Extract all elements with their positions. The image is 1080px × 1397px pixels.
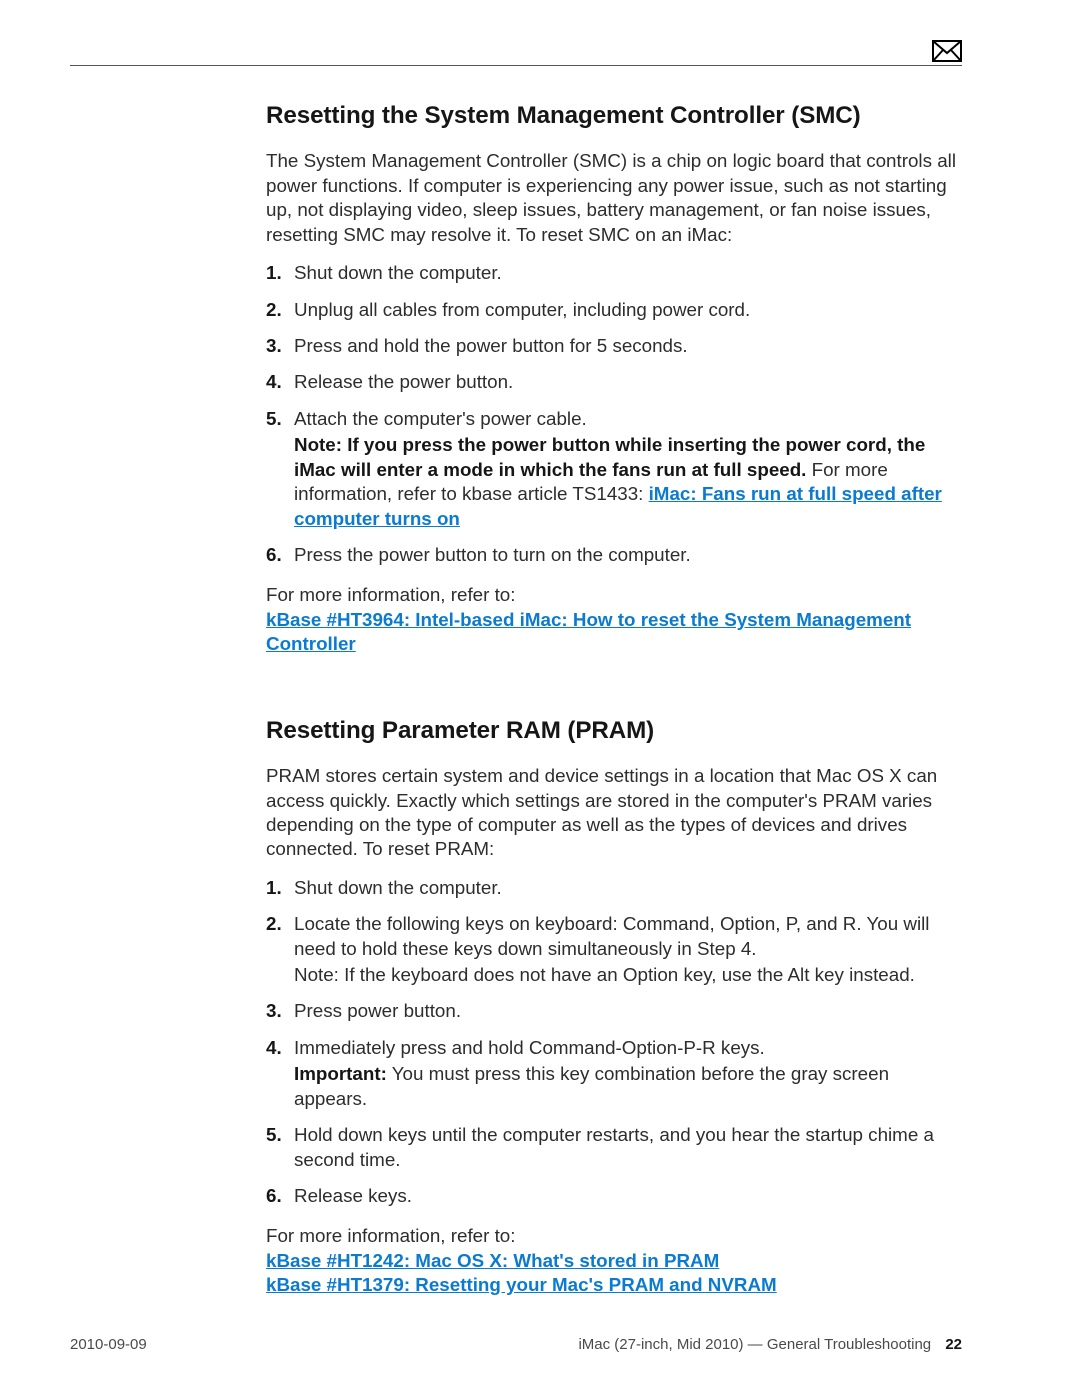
smc-more-info: For more information, refer to: kBase #H… — [266, 583, 962, 656]
section-title-pram: Resetting Parameter RAM (PRAM) — [266, 715, 962, 746]
step-text: Immediately press and hold Command-Optio… — [294, 1037, 765, 1058]
more-info-label: For more information, refer to: — [266, 584, 515, 605]
pram-steps: Shut down the computer. Locate the follo… — [266, 876, 962, 1209]
kbase-link-ht1379[interactable]: kBase #HT1379: Resetting your Mac's PRAM… — [266, 1273, 962, 1297]
smc-step: Release the power button. — [266, 370, 962, 394]
step-text: Press and hold the power button for 5 se… — [294, 335, 688, 356]
pram-step: Shut down the computer. — [266, 876, 962, 900]
document-page: Resetting the System Management Controll… — [0, 0, 1080, 1397]
step-text: Release the power button. — [294, 371, 513, 392]
pram-more-info-links: kBase #HT1242: Mac OS X: What's stored i… — [266, 1249, 962, 1298]
header-rule — [70, 65, 962, 66]
smc-steps: Shut down the computer. Unplug all cable… — [266, 261, 962, 567]
section-title-smc: Resetting the System Management Controll… — [266, 100, 962, 131]
step-text: Press power button. — [294, 1000, 461, 1021]
smc-step: Attach the computer's power cable. Note:… — [266, 407, 962, 531]
section-smc: Resetting the System Management Controll… — [266, 100, 962, 657]
step-text: Release keys. — [294, 1185, 412, 1206]
step-text: Shut down the computer. — [294, 262, 502, 283]
smc-step: Press the power button to turn on the co… — [266, 543, 962, 567]
kbase-link-ht1242[interactable]: kBase #HT1242: Mac OS X: What's stored i… — [266, 1249, 962, 1273]
footer-doc-title: iMac (27-inch, Mid 2010) — General Troub… — [578, 1336, 931, 1353]
pram-more-info: For more information, refer to: kBase #H… — [266, 1224, 962, 1297]
mail-icon[interactable] — [932, 40, 962, 67]
kbase-link-ht3964[interactable]: kBase #HT3964: Intel-based iMac: How to … — [266, 609, 911, 654]
pram-step: Hold down keys until the computer restar… — [266, 1123, 962, 1172]
page-footer: 2010-09-09 iMac (27-inch, Mid 2010) — Ge… — [70, 1336, 962, 1353]
pram-step: Locate the following keys on keyboard: C… — [266, 912, 962, 987]
pram-step2-note: Note: If the keyboard does not have an O… — [294, 963, 962, 987]
step-text: Press the power button to turn on the co… — [294, 544, 691, 565]
smc-step5-note: Note: If you press the power button whil… — [294, 433, 962, 531]
pram-step: Immediately press and hold Command-Optio… — [266, 1036, 962, 1111]
footer-page-number: 22 — [945, 1336, 962, 1353]
footer-right: iMac (27-inch, Mid 2010) — General Troub… — [578, 1336, 962, 1353]
smc-intro: The System Management Controller (SMC) i… — [266, 149, 962, 247]
pram-step: Press power button. — [266, 999, 962, 1023]
step-text: Attach the computer's power cable. — [294, 408, 587, 429]
step-text: Locate the following keys on keyboard: C… — [294, 913, 929, 958]
smc-step: Press and hold the power button for 5 se… — [266, 334, 962, 358]
step-text: Hold down keys until the computer restar… — [294, 1124, 934, 1169]
more-info-label: For more information, refer to: — [266, 1225, 515, 1246]
smc-step: Unplug all cables from computer, includi… — [266, 298, 962, 322]
pram-intro: PRAM stores certain system and device se… — [266, 764, 962, 862]
smc-step: Shut down the computer. — [266, 261, 962, 285]
content-column: Resetting the System Management Controll… — [266, 100, 962, 1298]
note-label-text: Note — [294, 434, 336, 455]
section-pram: Resetting Parameter RAM (PRAM) PRAM stor… — [266, 715, 962, 1298]
pram-step: Release keys. — [266, 1184, 962, 1208]
step-text: Shut down the computer. — [294, 877, 502, 898]
pram-step4-important: Important: You must press this key combi… — [294, 1062, 962, 1111]
step-text: Unplug all cables from computer, includi… — [294, 299, 750, 320]
important-label: Important: — [294, 1063, 387, 1084]
footer-date: 2010-09-09 — [70, 1336, 147, 1353]
